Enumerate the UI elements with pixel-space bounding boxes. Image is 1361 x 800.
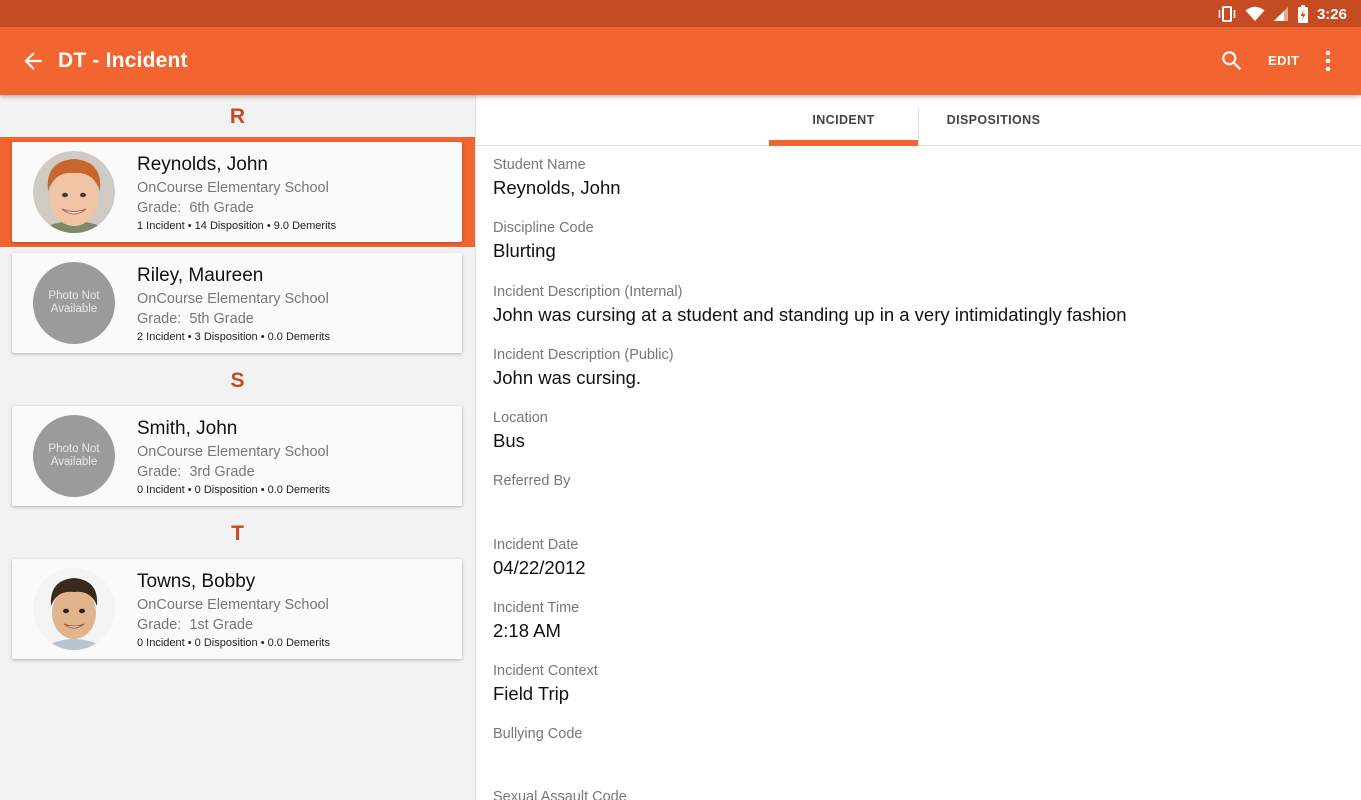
student-name: Reynolds, John xyxy=(137,154,268,175)
student-card-reynolds-john[interactable]: Reynolds, John OnCourse Elementary Schoo… xyxy=(12,142,462,242)
student-school: OnCourse Elementary School xyxy=(137,597,329,613)
student-stats: 2 Incident • 3 Disposition • 0.0 Demerit… xyxy=(137,331,330,343)
field-value: 04/22/2012 xyxy=(493,557,586,578)
field-label: Student Name xyxy=(493,157,586,173)
status-bar: 3:26 xyxy=(0,0,1361,27)
field-discipline-code: Discipline Code Blurting xyxy=(493,220,594,262)
grade-label: Grade: xyxy=(137,464,182,480)
student-grade: Grade: 3rd Grade xyxy=(137,464,255,480)
field-value: Bus xyxy=(493,430,525,451)
field-location: Location Bus xyxy=(493,410,548,452)
grade-value: 6th Grade xyxy=(189,200,254,216)
student-stats: 0 Incident • 0 Disposition • 0.0 Demerit… xyxy=(137,484,330,496)
field-referred-by: Referred By xyxy=(493,473,570,493)
field-incident-description-public: Incident Description (Public) John was c… xyxy=(493,347,674,389)
section-header-r: R xyxy=(229,105,246,128)
field-label: Discipline Code xyxy=(493,220,594,236)
field-label: Incident Description (Public) xyxy=(493,347,674,363)
field-label: Bullying Code xyxy=(493,726,583,742)
field-student-name: Student Name Reynolds, John xyxy=(493,157,621,199)
student-stats: 0 Incident • 0 Disposition • 0.0 Demerit… xyxy=(137,637,330,649)
student-card-towns-bobby[interactable]: Towns, Bobby OnCourse Elementary School … xyxy=(12,559,462,659)
student-card-riley-maureen[interactable]: Photo Not Available Riley, Maureen OnCou… xyxy=(12,253,462,353)
student-grade: Grade: 5th Grade xyxy=(137,311,254,327)
field-value: John was cursing at a student and standi… xyxy=(493,304,1127,325)
grade-label: Grade: xyxy=(137,617,182,633)
arrow-back-icon xyxy=(24,52,42,70)
photo-placeholder-text: Photo Not Available xyxy=(48,290,100,315)
battery-charging-icon xyxy=(1297,5,1309,23)
photo-placeholder: Photo Not Available xyxy=(33,262,115,344)
edit-button[interactable]: EDIT xyxy=(1262,51,1306,70)
field-value: John was cursing. xyxy=(493,367,642,388)
tab-bar: INCIDENT DISPOSITIONS xyxy=(476,95,1361,146)
more-vert-icon xyxy=(1325,50,1331,72)
field-incident-description-internal: Incident Description (Internal) John was… xyxy=(493,284,1127,326)
incident-detail: INCIDENT DISPOSITIONS Student Name Reyno… xyxy=(475,95,1361,800)
field-label: Referred By xyxy=(493,473,571,489)
student-photo xyxy=(33,568,115,650)
student-list: R Reynolds, John OnCourse Elementary Sch… xyxy=(0,95,475,800)
student-school: OnCourse Elementary School xyxy=(137,180,329,196)
student-school: OnCourse Elementary School xyxy=(137,291,329,307)
student-grade: Grade: 6th Grade xyxy=(137,200,254,216)
tab-dispositions[interactable]: DISPOSITIONS xyxy=(919,95,1068,145)
grade-label: Grade: xyxy=(137,200,182,216)
student-card-smith-john[interactable]: Photo Not Available Smith, John OnCourse… xyxy=(12,406,462,506)
field-label: Location xyxy=(493,410,548,426)
field-bullying-code: Bullying Code xyxy=(493,726,582,746)
wifi-icon xyxy=(1245,6,1265,22)
field-sexual-assault-code: Sexual Assault Code xyxy=(493,789,627,800)
field-value: Field Trip xyxy=(493,683,570,704)
section-header-t: T xyxy=(231,522,244,545)
status-icons: 3:26 xyxy=(1217,4,1347,24)
student-photo xyxy=(33,151,115,233)
active-tab-indicator xyxy=(769,140,918,146)
grade-value: 3rd Grade xyxy=(189,464,255,480)
grade-label: Grade: xyxy=(137,311,182,327)
student-school: OnCourse Elementary School xyxy=(137,444,329,460)
status-time: 3:26 xyxy=(1316,5,1347,23)
student-stats: 1 Incident • 14 Disposition • 9.0 Demeri… xyxy=(137,220,337,232)
field-incident-context: Incident Context Field Trip xyxy=(493,663,598,705)
field-value: Blurting xyxy=(493,240,556,261)
field-label: Incident Time xyxy=(493,600,580,616)
page-title: DT - Incident xyxy=(58,49,188,73)
student-name: Riley, Maureen xyxy=(137,265,264,286)
tab-dispositions-label: DISPOSITIONS xyxy=(946,113,1041,127)
field-label: Sexual Assault Code xyxy=(493,789,627,800)
photo-placeholder: Photo Not Available xyxy=(33,415,115,497)
page-title-main: DT xyxy=(58,49,87,72)
field-label: Incident Date xyxy=(493,537,579,553)
field-value: 2:18 AM xyxy=(493,620,561,641)
app-bar: DT - Incident EDIT xyxy=(0,27,1361,95)
vibrate-icon xyxy=(1217,5,1237,23)
page-title-sub: - Incident xyxy=(92,49,188,72)
photo-placeholder-text: Photo Not Available xyxy=(48,443,100,468)
student-name: Towns, Bobby xyxy=(137,571,256,592)
field-incident-date: Incident Date 04/22/2012 xyxy=(493,537,586,579)
student-grade: Grade: 1st Grade xyxy=(137,617,253,633)
student-name: Smith, John xyxy=(137,418,238,439)
more-options-button[interactable] xyxy=(1318,47,1338,75)
search-icon xyxy=(1222,51,1242,71)
signal-icon xyxy=(1273,6,1289,22)
field-value: Reynolds, John xyxy=(493,177,621,198)
field-incident-time: Incident Time 2:18 AM xyxy=(493,600,579,642)
grade-value: 1st Grade xyxy=(189,617,254,633)
grade-value: 5th Grade xyxy=(189,311,254,327)
field-label: Incident Description (Internal) xyxy=(493,284,683,300)
back-button[interactable] xyxy=(20,48,46,74)
field-label: Incident Context xyxy=(493,663,598,679)
search-button[interactable] xyxy=(1219,48,1245,74)
section-header-s: S xyxy=(230,369,245,392)
tab-incident[interactable]: INCIDENT xyxy=(769,95,918,146)
tab-incident-label: INCIDENT xyxy=(812,113,875,127)
